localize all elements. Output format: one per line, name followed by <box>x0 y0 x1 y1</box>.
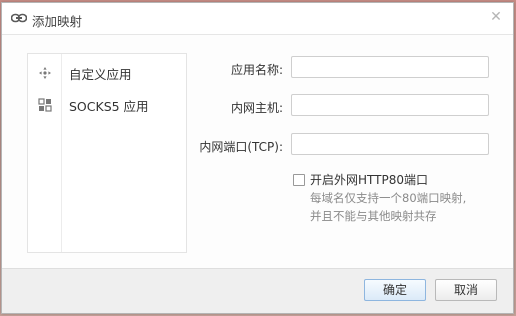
app-name-input[interactable] <box>291 56 489 78</box>
add-mapping-dialog: 添加映射 ✕ 自定义应用 SOCKS5 应用 应用名称: 内网主机: 内网端口(… <box>1 2 514 314</box>
close-icon[interactable]: ✕ <box>489 10 503 24</box>
crosshair-icon <box>39 67 51 79</box>
hint-line-1: 每域名仅支持一个80端口映射, <box>310 191 467 205</box>
dialog-footer: 确定 取消 <box>2 268 513 313</box>
port-input[interactable] <box>291 133 489 155</box>
hint-line-2: 并且不能与其他映射共存 <box>310 209 437 223</box>
ok-button[interactable]: 确定 <box>364 279 426 301</box>
host-input[interactable] <box>291 94 489 116</box>
host-label: 内网主机: <box>230 101 283 115</box>
grid-icon <box>38 98 52 112</box>
port-label: 内网端口(TCP): <box>199 140 283 154</box>
http80-label: 开启外网HTTP80端口 <box>310 173 428 187</box>
dialog-title: 添加映射 <box>32 14 83 29</box>
sidebar-item-label: 自定义应用 <box>69 67 132 82</box>
cancel-button[interactable]: 取消 <box>435 279 497 301</box>
app-name-label: 应用名称: <box>230 63 283 77</box>
link-icon <box>11 13 27 23</box>
http80-checkbox[interactable] <box>293 174 305 186</box>
title-bar[interactable]: 添加映射 ✕ <box>2 3 513 35</box>
